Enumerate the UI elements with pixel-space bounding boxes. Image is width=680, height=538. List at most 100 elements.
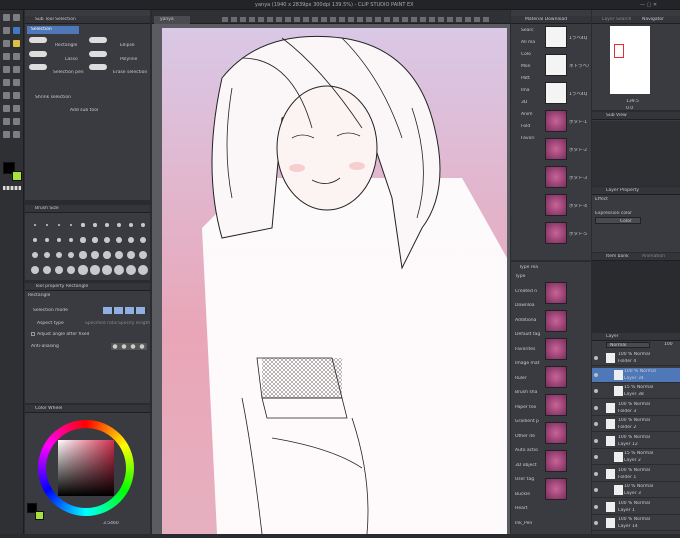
- frame-icon[interactable]: [3, 105, 10, 112]
- material-tree-item[interactable]: Mon: [521, 64, 541, 69]
- canvas-tab[interactable]: yanya: [154, 16, 190, 24]
- pen-icon[interactable]: [13, 40, 20, 47]
- brush-size-preset[interactable]: [33, 238, 37, 242]
- material-tree-item[interactable]: Fold: [521, 124, 541, 129]
- type-list-item[interactable]: Ruler: [515, 376, 543, 381]
- brush-size-preset[interactable]: [54, 265, 64, 275]
- brush-size-preset[interactable]: [79, 251, 87, 259]
- material-tree-item[interactable]: All ma: [521, 40, 541, 45]
- material-thumbnail[interactable]: [545, 166, 567, 188]
- material-tree-item[interactable]: 3D: [521, 100, 541, 105]
- shrink-selection[interactable]: Shrink selection: [35, 95, 71, 100]
- canvas[interactable]: [162, 28, 508, 535]
- brush-size-preset[interactable]: [68, 237, 74, 243]
- material-thumbnail[interactable]: [545, 422, 567, 444]
- material-thumbnail[interactable]: [545, 366, 567, 388]
- brush-size-preset[interactable]: [138, 250, 148, 260]
- command-icon[interactable]: [456, 17, 462, 22]
- blend-icon[interactable]: [13, 131, 20, 138]
- sub-tool-selection-pen[interactable]: Selection pen: [53, 70, 84, 75]
- brush-size-preset[interactable]: [69, 223, 73, 227]
- type-list-item[interactable]: Default tag: [515, 332, 543, 337]
- eye-icon[interactable]: [594, 356, 598, 360]
- wheel-sub-swatch[interactable]: [35, 511, 44, 520]
- tab-layer-search[interactable]: Layer Search: [602, 17, 631, 22]
- brush-size-preset[interactable]: [56, 237, 62, 243]
- move-icon[interactable]: [13, 14, 20, 21]
- brush-size-preset[interactable]: [139, 236, 147, 244]
- airbrush-icon[interactable]: [3, 66, 10, 73]
- expression-color-select[interactable]: Color: [595, 217, 641, 224]
- brush-size-preset[interactable]: [80, 237, 86, 243]
- brush-size-preset[interactable]: [31, 266, 39, 274]
- selection-mode-buttons[interactable]: [103, 307, 147, 314]
- zoom-icon[interactable]: [3, 14, 10, 21]
- material-tree-item[interactable]: Patt: [521, 76, 541, 81]
- brush-size-preset[interactable]: [92, 237, 98, 243]
- brush-size-preset[interactable]: [78, 265, 88, 275]
- material-thumbnail[interactable]: [545, 194, 567, 216]
- brush-size-preset[interactable]: [114, 250, 124, 260]
- tab-animation[interactable]: Animation: [642, 254, 665, 259]
- brush-size-preset[interactable]: [57, 223, 61, 227]
- text-icon[interactable]: [3, 118, 10, 125]
- material-thumbnail[interactable]: [545, 282, 567, 304]
- eye-icon[interactable]: [594, 405, 598, 410]
- selection-icon[interactable]: [13, 27, 20, 34]
- command-icon[interactable]: [231, 17, 237, 22]
- command-icon[interactable]: [483, 17, 489, 22]
- saturation-value-box[interactable]: [58, 440, 114, 496]
- eye-icon[interactable]: [594, 471, 598, 476]
- command-icon[interactable]: [420, 17, 426, 22]
- eye-icon[interactable]: [594, 372, 598, 377]
- brush-size-preset[interactable]: [34, 224, 36, 226]
- figure-icon[interactable]: [13, 92, 20, 99]
- type-search[interactable]: Type rea: [519, 265, 538, 270]
- sub-color-swatch[interactable]: [12, 171, 22, 181]
- brush-size-preset[interactable]: [91, 251, 99, 259]
- type-list-item[interactable]: 3D object: [515, 463, 543, 468]
- brush-size-preset[interactable]: [43, 251, 51, 259]
- transparent-swatch[interactable]: [3, 186, 21, 190]
- command-icon[interactable]: [411, 17, 417, 22]
- brush-size-preset[interactable]: [42, 265, 52, 275]
- type-list-item[interactable]: Additiona: [515, 318, 543, 323]
- material-thumbnail[interactable]: [545, 138, 567, 160]
- brush-size-preset[interactable]: [103, 251, 111, 259]
- brush-icon[interactable]: [13, 53, 20, 60]
- type-list-item[interactable]: Type: [515, 274, 543, 279]
- brush-size-preset[interactable]: [125, 264, 137, 276]
- command-icon[interactable]: [303, 17, 309, 22]
- command-icon[interactable]: [474, 17, 480, 22]
- brush-size-preset[interactable]: [104, 237, 110, 243]
- fill-icon[interactable]: [13, 79, 20, 86]
- brush-size-preset[interactable]: [102, 265, 112, 275]
- zoom-value[interactable]: 139.5: [626, 99, 639, 104]
- eye-icon[interactable]: [594, 455, 598, 459]
- brush-size-preset[interactable]: [126, 250, 136, 260]
- command-icon[interactable]: [429, 17, 435, 22]
- eye-icon[interactable]: [594, 438, 598, 443]
- navigator-preview[interactable]: [610, 26, 650, 94]
- angle-value[interactable]: 0.0: [626, 106, 633, 111]
- type-list-item[interactable]: Created n: [515, 289, 543, 294]
- command-icon[interactable]: [465, 17, 471, 22]
- material-thumbnail[interactable]: [545, 110, 567, 132]
- brush-size-preset[interactable]: [66, 265, 76, 275]
- sub-tool-ellipse[interactable]: Ellipse: [120, 43, 135, 48]
- command-icon[interactable]: [249, 17, 255, 22]
- material-search[interactable]: Searc: [521, 28, 534, 33]
- brush-size-preset[interactable]: [128, 222, 134, 228]
- correct-line-icon[interactable]: [3, 131, 10, 138]
- material-tree-item[interactable]: Anim: [521, 112, 541, 117]
- brush-size-preset[interactable]: [90, 265, 100, 275]
- command-icon[interactable]: [393, 17, 399, 22]
- brush-size-preset[interactable]: [105, 223, 109, 227]
- command-icon[interactable]: [339, 17, 345, 22]
- command-icon[interactable]: [366, 17, 372, 22]
- ruler-icon[interactable]: [13, 105, 20, 112]
- type-list-item[interactable]: Brush sha: [515, 390, 543, 395]
- command-icon[interactable]: [267, 17, 273, 22]
- type-list-item[interactable]: Ink_Pen: [515, 521, 543, 526]
- command-icon[interactable]: [276, 17, 282, 22]
